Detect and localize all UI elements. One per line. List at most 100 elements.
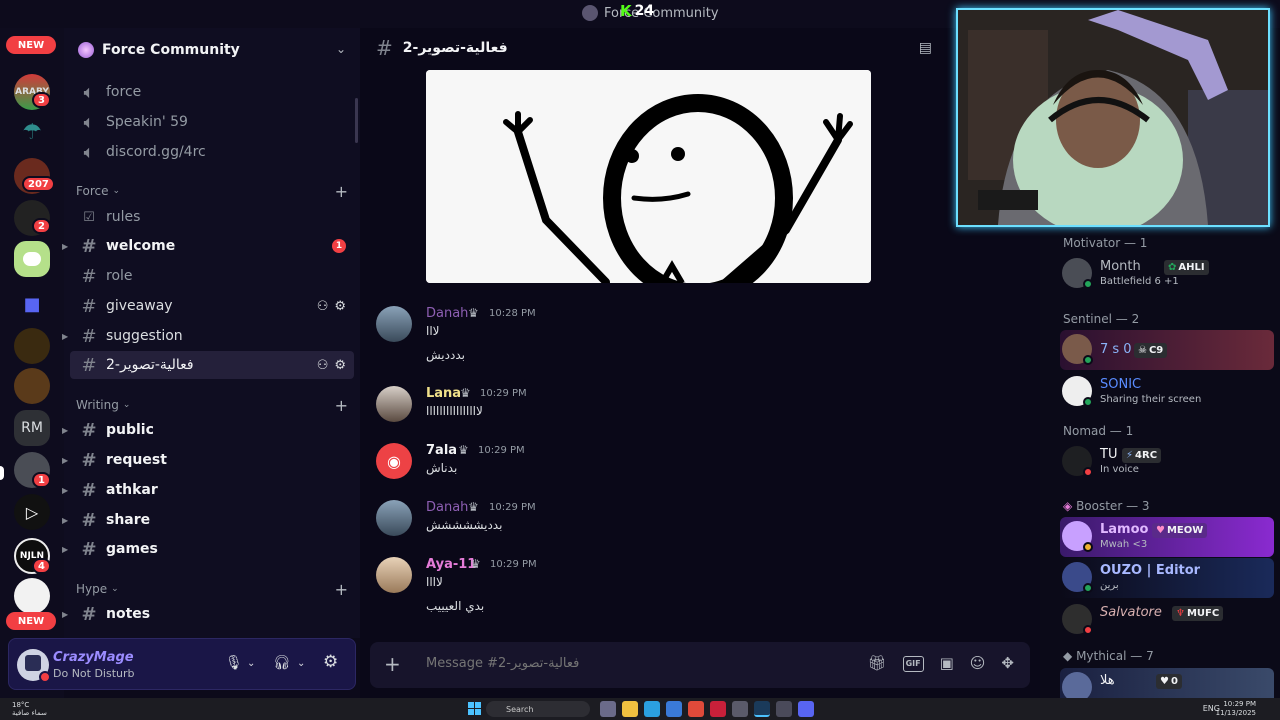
app-icon[interactable] — [776, 701, 792, 717]
channel-suggestion[interactable]: ▶ # suggestion — [62, 322, 354, 350]
folder-icon[interactable]: ■ — [14, 286, 50, 322]
member-activity: In voice — [1100, 464, 1139, 475]
member-group-header: Motivator — 1 — [1063, 236, 1148, 250]
channel-notes[interactable]: ▶ # notes — [62, 600, 354, 628]
add-member-icon[interactable]: ⚇ — [317, 299, 329, 314]
channel-rules[interactable]: ☑ rules — [70, 203, 354, 231]
member-item[interactable]: 7 s 0 ☠ C9 — [1060, 330, 1274, 370]
apps-icon[interactable]: ✥ — [1001, 654, 1014, 672]
app-icon[interactable] — [600, 701, 616, 717]
weather-widget[interactable]: 18°C سماء صافية — [12, 701, 47, 717]
windows-start-icon[interactable] — [468, 702, 481, 715]
folder-icon[interactable] — [622, 701, 638, 717]
add-channel-icon[interactable]: + — [335, 182, 348, 201]
channel-photo-event[interactable]: # فعالية-تصوير-2 ⚇ ⚙ — [70, 351, 354, 379]
category-writing[interactable]: Writing ⌄ + — [76, 396, 348, 415]
server-header[interactable]: Force Community ⌄ — [64, 28, 360, 72]
unread-pill — [0, 466, 4, 480]
kick-overlay: K 24 — [620, 2, 654, 20]
hash-icon: # — [81, 265, 97, 287]
channel-welcome[interactable]: ▶ # welcome 1 — [62, 232, 354, 260]
microphone-icon[interactable]: 🎙︎ — [225, 655, 243, 671]
message-author[interactable]: Danah — [426, 500, 468, 515]
diamond-icon: ◆ — [1063, 649, 1073, 663]
gear-icon[interactable]: ⚙ — [334, 358, 346, 373]
add-attachment-icon[interactable]: + — [384, 652, 401, 676]
online-status-icon — [1083, 355, 1093, 365]
new-badge[interactable]: NEW — [6, 612, 56, 630]
channel-label: role — [106, 268, 133, 284]
member-item[interactable]: Salvatore ♆ MUFC — [1060, 600, 1274, 640]
caret-icon: ▶ — [62, 331, 69, 341]
channel-role[interactable]: # role — [70, 262, 354, 290]
edge-icon[interactable] — [644, 701, 660, 717]
umbrella-icon[interactable]: ☂ — [14, 114, 50, 150]
voice-channel-invite[interactable]: 🔈︎ discord.gg/4rc — [70, 138, 354, 166]
message-composer: + 🎁︎ GIF ▣ ☺ ✥ — [370, 642, 1030, 688]
channel-games[interactable]: ▶ # games — [62, 535, 354, 563]
app-icon[interactable] — [732, 701, 748, 717]
chevron-down-icon[interactable]: ⌄ — [336, 42, 346, 56]
username[interactable]: CrazyMage — [53, 650, 134, 665]
voice-channel-speakin[interactable]: 🔈︎ Speakin' 59 — [70, 108, 354, 136]
taskbar-search[interactable]: Search — [486, 701, 590, 717]
avatar[interactable] — [376, 557, 412, 593]
voice-channel-force[interactable]: 🔈︎ force — [70, 78, 354, 106]
gift-icon[interactable]: 🎁︎ — [868, 654, 887, 672]
message-input[interactable] — [426, 656, 846, 671]
cat-icon: ♥ — [1156, 525, 1165, 536]
server-deer[interactable] — [14, 368, 50, 404]
avatar[interactable] — [376, 500, 412, 536]
chrome-icon[interactable] — [688, 701, 704, 717]
server-cap[interactable] — [14, 578, 50, 614]
avatar[interactable] — [376, 306, 412, 342]
message-author[interactable]: Aya-11 — [426, 557, 476, 572]
sidebar-scrollbar[interactable] — [355, 98, 358, 143]
app-icon[interactable] — [710, 701, 726, 717]
add-member-icon[interactable]: ⚇ — [317, 358, 329, 373]
app-icon[interactable] — [666, 701, 682, 717]
member-item[interactable]: Month ✿ AHLI Battlefield 6 +1 — [1060, 254, 1274, 294]
chevron-down-icon[interactable]: ⌄ — [247, 658, 255, 669]
category-hype[interactable]: Hype ⌄ + — [76, 580, 348, 599]
gif-icon[interactable]: GIF — [902, 656, 924, 672]
avatar[interactable] — [376, 386, 412, 422]
member-item[interactable]: OUZO | Editor برين — [1060, 558, 1274, 598]
discord-icon[interactable] — [798, 701, 814, 717]
discord-logo-icon[interactable]: ◉ — [376, 443, 412, 479]
channel-public[interactable]: ▶ # public — [62, 416, 354, 444]
mention-badge: 1 — [332, 239, 346, 253]
channel-request[interactable]: ▶ # request — [62, 446, 354, 474]
headphones-icon[interactable]: 🎧︎ — [273, 655, 291, 671]
server-rm[interactable]: RM — [14, 410, 50, 446]
message-author[interactable]: Lana — [426, 386, 461, 401]
server-name: Force Community — [102, 42, 240, 58]
meme-image[interactable] — [426, 70, 871, 283]
gear-icon[interactable]: ⚙ — [334, 299, 346, 314]
emoji-icon[interactable]: ☺ — [970, 654, 986, 672]
message-author[interactable]: 7ala — [426, 443, 457, 458]
gear-icon[interactable]: ⚙ — [323, 652, 338, 672]
add-channel-icon[interactable]: + — [335, 580, 348, 599]
channel-athkar[interactable]: ▶ # athkar — [62, 476, 354, 504]
channel-share[interactable]: ▶ # share — [62, 506, 354, 534]
channel-giveaway[interactable]: # giveaway ⚇ ⚙ — [70, 292, 354, 320]
mention-badge: 1 — [32, 472, 51, 488]
taskbar-clock[interactable]: 10:29 PM 11/13/2025 — [1216, 700, 1256, 718]
threads-icon[interactable]: ▤ — [919, 40, 932, 56]
sticker-icon[interactable]: ▣ — [940, 654, 954, 672]
play-icon[interactable]: ▷ — [14, 494, 50, 530]
add-channel-icon[interactable]: + — [335, 396, 348, 415]
message-author[interactable]: Danah — [426, 306, 468, 321]
server-panda[interactable] — [14, 241, 50, 277]
server-gold[interactable] — [14, 328, 50, 364]
new-badge[interactable]: NEW — [6, 36, 56, 54]
crown-icon: ♛ — [468, 500, 479, 514]
chevron-down-icon[interactable]: ⌄ — [297, 658, 305, 669]
member-item[interactable]: Lamoo ♥ MEOW Mwah <3 — [1060, 517, 1274, 557]
category-force[interactable]: Force ⌄ + — [76, 182, 348, 201]
member-item[interactable]: TU ⚡ 4RC In voice — [1060, 442, 1274, 482]
speaker-icon: 🔈︎ — [83, 111, 95, 133]
member-item[interactable]: SONIC Sharing their screen — [1060, 372, 1274, 412]
steam-icon[interactable] — [754, 701, 770, 717]
